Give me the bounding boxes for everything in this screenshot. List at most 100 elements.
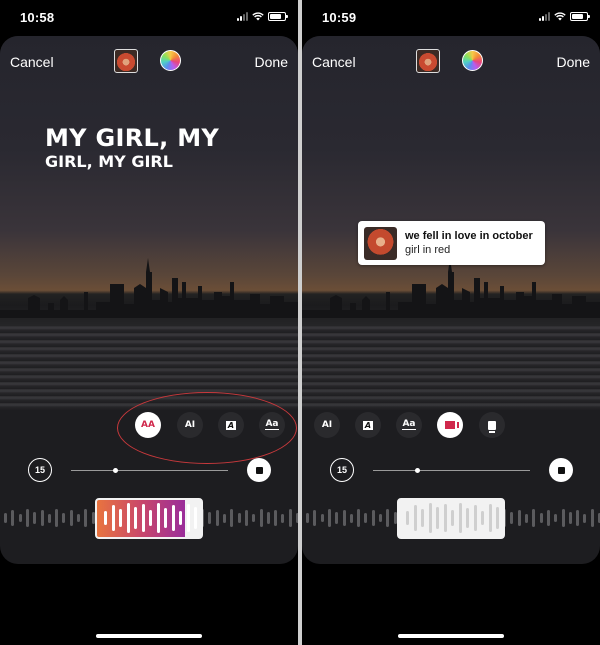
underline-style-glyph: Aa [265,419,279,430]
phone-screen-sticker: 10:59 Cancel Done we fell in love in oct… [302,0,600,645]
card-sticker-style-button[interactable] [479,412,505,438]
status-icons [539,12,590,21]
stop-icon [557,466,565,474]
status-bar: 10:58 [0,0,298,36]
selected-waveform-bar [428,503,432,533]
cancel-button[interactable]: Cancel [10,54,54,70]
playback-controls: 15 [302,456,600,486]
selected-waveform-bar [194,507,197,529]
wifi-icon [554,12,566,21]
album-art-thumbnail[interactable] [114,49,138,73]
selected-waveform-bar [134,507,137,529]
scrubber-thumb[interactable] [112,468,118,473]
status-icons [237,12,288,21]
waveform-bar [386,509,390,527]
signal-icon [237,12,248,21]
lyrics-text[interactable]: MY GIRL, MY GIRL, MY GIRL [45,124,219,172]
waveform-bar [327,509,331,527]
boxed-style-button[interactable]: A [355,412,381,438]
signal-icon [539,12,550,21]
waveform-bar [244,510,248,526]
waveform-bar [313,510,317,526]
style-options: AI A Aa [302,412,600,442]
selected-waveform-bar [443,504,447,532]
music-sticker[interactable]: we fell in love in october girl in red [358,221,545,265]
status-time: 10:58 [20,10,55,25]
waveform-bar [266,512,270,524]
lyrics-style-glyph: AA [141,420,155,430]
home-indicator[interactable] [96,634,202,638]
typewriter-style-button[interactable]: AI [314,412,340,438]
typewriter-style-button[interactable]: AI [177,412,203,438]
selected-waveform-bar [141,504,145,532]
waveform-bar [568,512,572,524]
typewriter-style-glyph: AI [184,420,196,430]
selected-waveform-bar [171,505,175,531]
lyrics-style-button[interactable]: AA [135,412,161,438]
waveform-bar [342,510,346,526]
album-art-thumbnail[interactable] [416,49,440,73]
battery-icon [268,12,288,21]
waveform-bar [33,512,37,524]
clip-selector[interactable] [397,498,505,539]
waveform-bar [69,510,73,526]
underline-style-button[interactable]: Aa [259,412,285,438]
waveform-bar [223,513,226,523]
style-options: AA AI A Aa [0,412,298,442]
duration-button[interactable]: 15 [28,458,52,482]
waveform-bar [320,514,324,522]
color-wheel-icon[interactable] [462,50,483,71]
home-indicator[interactable] [398,634,504,638]
clip-selector[interactable] [95,498,203,539]
waveform-bar [230,509,234,527]
selected-waveform-bar [126,503,130,533]
selected-waveform-bar [413,505,417,531]
lyrics-line-2: GIRL, MY GIRL [45,152,173,171]
cancel-button[interactable]: Cancel [312,54,356,70]
waveform-bar [590,509,594,527]
scrubber-thumb[interactable] [414,468,420,473]
waveform-bar [532,509,536,527]
selected-waveform-bar [496,507,499,529]
stop-button[interactable] [549,458,573,482]
waveform-bar [237,513,241,523]
selected-waveform-bar [436,507,439,529]
waveform-bar [576,510,580,526]
typewriter-style-glyph: AI [321,420,333,430]
done-button[interactable]: Done [255,54,288,70]
waveform-bar [379,514,382,522]
waveform-bar [281,513,285,523]
selected-waveform-bar [149,510,152,526]
selected-waveform-bar [406,511,409,525]
story-editor: Cancel Done we fell in love in october g… [302,36,600,564]
stop-button[interactable] [247,458,271,482]
scrubber-track[interactable] [71,468,228,473]
waveform-bar [4,513,7,523]
waveform-bar [274,510,278,526]
scrubber-track[interactable] [373,468,530,473]
waveform-bar [357,509,361,527]
selected-waveform-bar [481,511,484,525]
waveform-bar [77,514,80,522]
waveform-bar [364,513,368,523]
waveform-bar [517,510,521,526]
boxed-style-button[interactable]: A [218,412,244,438]
waveform-bar [18,514,22,522]
waveform-bar [288,509,292,527]
sticker-text: we fell in love in october girl in red [405,230,533,256]
video-sticker-style-button[interactable] [437,412,463,438]
waveform-bar [208,512,212,524]
boxed-style-glyph: A [225,420,237,430]
playback-controls: 15 [0,456,298,486]
done-button[interactable]: Done [557,54,590,70]
waveform-bar [259,509,263,527]
background-photo [0,36,298,410]
selected-waveform-bar [179,511,182,525]
waveform-bar [252,514,256,522]
underline-style-button[interactable]: Aa [396,412,422,438]
color-wheel-icon[interactable] [160,50,181,71]
waveform-bar [306,513,309,523]
selected-waveform-bar [451,510,454,526]
duration-button[interactable]: 15 [330,458,354,482]
waveform-bar [554,514,558,522]
